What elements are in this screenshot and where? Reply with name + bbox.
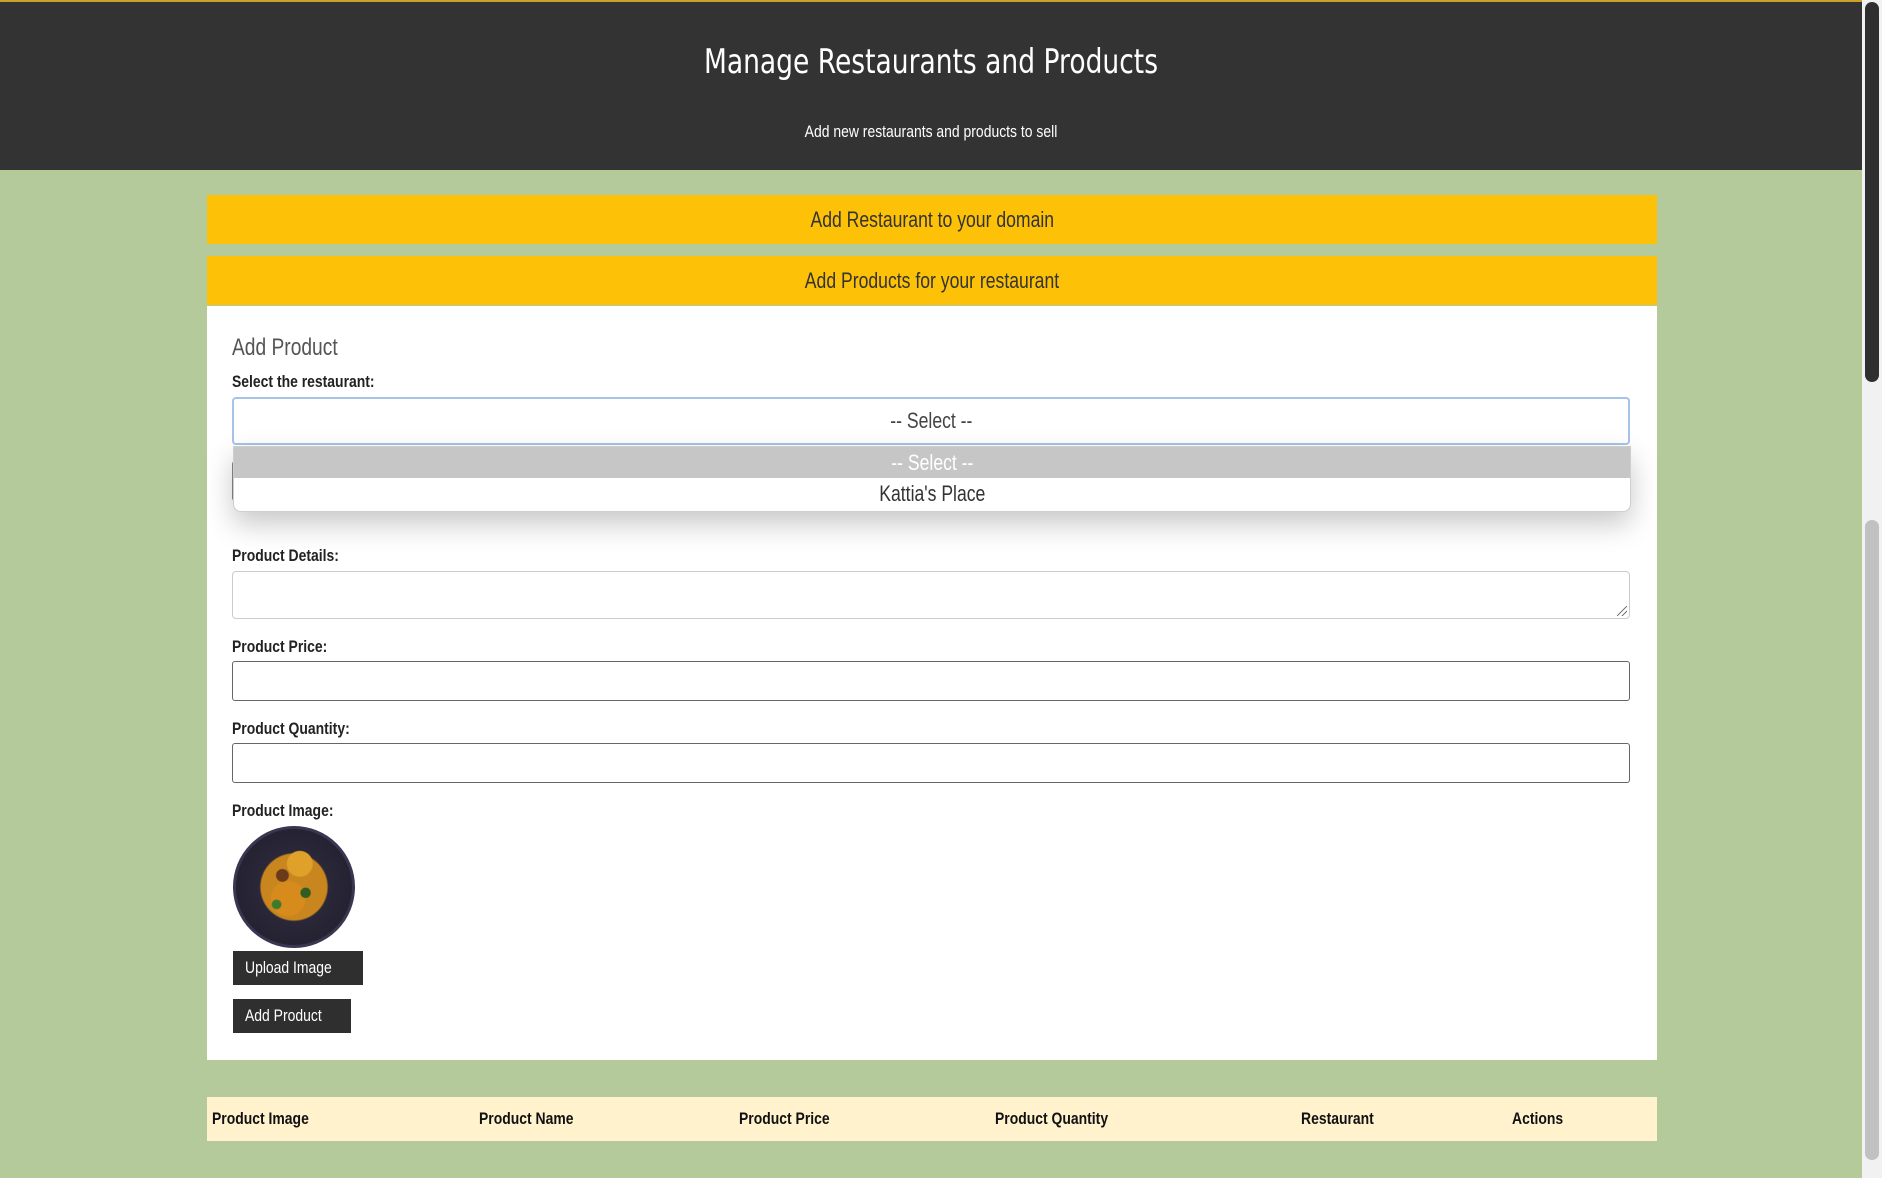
restaurant-option[interactable]: Kattia's Place <box>234 478 1630 509</box>
column-header: Restaurant <box>1301 1109 1374 1128</box>
products-table-header: Product Image Product Name Product Price… <box>207 1097 1657 1141</box>
form-title: Add Product <box>232 334 338 361</box>
upload-image-button-label: Upload Image <box>245 958 332 977</box>
add-restaurant-accordion[interactable]: Add Restaurant to your domain <box>207 195 1657 244</box>
product-quantity-label: Product Quantity: <box>232 719 350 738</box>
restaurant-select-value: -- Select -- <box>889 408 973 433</box>
restaurant-option-label: -- Select -- <box>890 450 974 475</box>
page-title: Manage Restaurants and Products <box>703 42 1159 82</box>
product-quantity-input[interactable] <box>232 743 1630 783</box>
restaurant-option[interactable]: -- Select -- <box>234 447 1630 478</box>
scrollbar-thumb[interactable] <box>1865 2 1879 382</box>
product-price-label: Product Price: <box>232 637 328 656</box>
add-product-button[interactable]: Add Product <box>233 999 351 1033</box>
column-header: Product Price <box>739 1109 830 1128</box>
upload-image-button[interactable]: Upload Image <box>233 951 363 985</box>
page-header: Manage Restaurants and Products Add new … <box>0 0 1862 170</box>
add-product-panel: Add Product Select the restaurant: -- Se… <box>207 306 1657 1060</box>
product-image-preview <box>233 826 355 948</box>
column-header: Actions <box>1512 1109 1564 1128</box>
product-price-input[interactable] <box>232 661 1630 701</box>
product-details-textarea[interactable] <box>232 571 1630 619</box>
restaurant-dropdown: -- Select -- Kattia's Place <box>233 446 1631 512</box>
column-header: Product Name <box>479 1109 574 1128</box>
resize-grip-icon[interactable] <box>1617 606 1627 616</box>
column-header: Product Quantity <box>995 1109 1109 1128</box>
add-restaurant-accordion-label: Add Restaurant to your domain <box>810 207 1054 232</box>
column-header: Product Image <box>212 1109 309 1128</box>
product-image-label: Product Image: <box>232 801 334 820</box>
scrollbar-track-segment[interactable] <box>1865 520 1879 1160</box>
product-details-label: Product Details: <box>232 546 339 565</box>
page-subtitle: Add new restaurants and products to sell <box>804 122 1058 141</box>
restaurant-select[interactable]: -- Select -- <box>232 397 1630 445</box>
restaurant-option-label: Kattia's Place <box>878 481 986 506</box>
restaurant-select-label: Select the restaurant: <box>232 372 375 391</box>
page-scrollbar[interactable] <box>1862 0 1882 1178</box>
add-products-accordion-label: Add Products for your restaurant <box>804 268 1060 293</box>
add-products-accordion[interactable]: Add Products for your restaurant <box>207 256 1657 305</box>
add-product-button-label: Add Product <box>245 1006 322 1025</box>
